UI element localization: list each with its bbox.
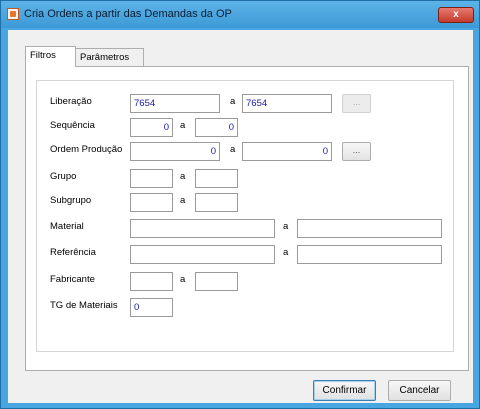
title-bar[interactable]: Cria Ordens a partir das Demandas da OP … [1, 1, 479, 28]
app-icon [7, 8, 19, 20]
sequencia-from-input[interactable]: 0 [130, 118, 173, 137]
referencia-from-input[interactable] [130, 245, 275, 264]
subgrupo-label: Subgrupo [50, 195, 92, 206]
material-label: Material [50, 221, 84, 232]
liberacao-from-input[interactable]: 7654 [130, 94, 220, 113]
fabricante-label: Fabricante [50, 274, 95, 285]
material-to-input[interactable] [297, 219, 442, 238]
liberacao-separator: a [230, 96, 236, 107]
referencia-separator: a [283, 247, 289, 258]
ordem-producao-from-input[interactable]: 0 [130, 142, 220, 161]
subgrupo-separator: a [180, 195, 186, 206]
cancel-button[interactable]: Cancelar [388, 380, 451, 401]
window-title: Cria Ordens a partir das Demandas da OP [24, 8, 232, 20]
sequencia-to-input[interactable]: 0 [195, 118, 238, 137]
tab-filtros[interactable]: Filtros [25, 46, 76, 67]
tg-materiais-input[interactable]: 0 [130, 298, 173, 317]
tab-parametros[interactable]: Parâmetros [75, 48, 144, 67]
ordem-producao-label: Ordem Produção [50, 144, 123, 155]
fabricante-from-input[interactable] [130, 272, 173, 291]
ordem-producao-separator: a [230, 144, 236, 155]
grupo-label: Grupo [50, 171, 77, 182]
grupo-separator: a [180, 171, 186, 182]
fabricante-separator: a [180, 274, 186, 285]
fabricante-to-input[interactable] [195, 272, 238, 291]
liberacao-label: Liberação [50, 96, 92, 107]
grupo-from-input[interactable] [130, 169, 173, 188]
tg-materiais-label: TG de Materiais [50, 300, 118, 311]
sequencia-label: Sequência [50, 120, 95, 131]
filters-group: Liberação 7654 a 7654 ... Sequência 0 a … [36, 80, 454, 352]
referencia-label: Referência [50, 247, 96, 258]
sequencia-separator: a [180, 120, 186, 131]
liberacao-browse-button[interactable]: ... [342, 94, 371, 113]
dialog-window: Cria Ordens a partir das Demandas da OP … [0, 0, 480, 409]
referencia-to-input[interactable] [297, 245, 442, 264]
subgrupo-to-input[interactable] [195, 193, 238, 212]
material-from-input[interactable] [130, 219, 275, 238]
grupo-to-input[interactable] [195, 169, 238, 188]
dialog-client: Filtros Parâmetros Liberação 7654 a 7654… [8, 30, 473, 403]
confirm-button[interactable]: Confirmar [313, 380, 376, 401]
subgrupo-from-input[interactable] [130, 193, 173, 212]
material-separator: a [283, 221, 289, 232]
close-button[interactable]: x [438, 7, 474, 23]
liberacao-to-input[interactable]: 7654 [242, 94, 332, 113]
ordem-producao-browse-button[interactable]: ... [342, 142, 371, 161]
filtros-panel: Liberação 7654 a 7654 ... Sequência 0 a … [25, 66, 469, 371]
ordem-producao-to-input[interactable]: 0 [242, 142, 332, 161]
